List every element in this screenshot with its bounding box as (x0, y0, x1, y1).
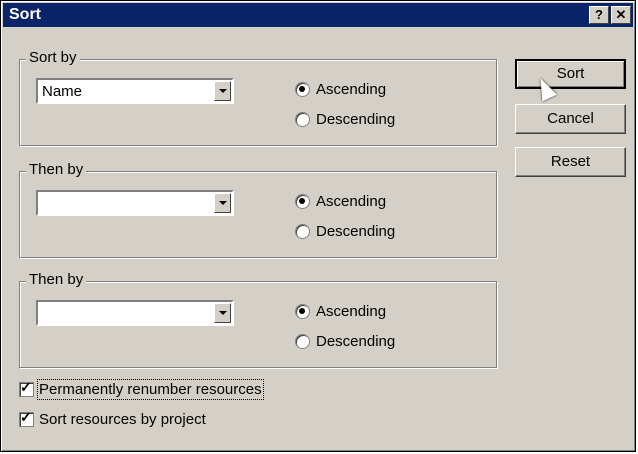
sort-by-project-checkbox[interactable]: Sort resources by project (19, 409, 206, 428)
checkbox-checked-icon (19, 379, 34, 397)
reset-button[interactable]: Reset (515, 147, 626, 177)
help-button[interactable]: ? (589, 6, 609, 24)
then-by-2-ascending-radio[interactable]: Ascending (295, 303, 386, 320)
dialog-title: Sort (9, 6, 41, 23)
radio-selected-icon (295, 82, 310, 97)
radio-unselected-icon (295, 112, 310, 127)
close-icon: ✕ (615, 7, 627, 22)
sort-by-descending-label: Descending (316, 111, 396, 128)
sort-by-project-label: Sort resources by project (39, 411, 206, 428)
sort-by-group: Sort by Name Ascending Descending (19, 49, 497, 146)
sort-button[interactable]: Sort (515, 59, 626, 89)
sort-by-combo[interactable]: Name (36, 78, 234, 104)
sort-by-ascending-radio[interactable]: Ascending (295, 81, 386, 98)
renumber-resources-label: Permanently renumber resources (37, 379, 264, 400)
then-by-1-descending-label: Descending (316, 223, 396, 240)
sort-dialog: Sort ? ✕ Sort by Name Ascending Descendi… (0, 0, 636, 452)
then-by-2-descending-radio[interactable]: Descending (295, 333, 395, 350)
close-button[interactable]: ✕ (611, 6, 631, 24)
sort-by-ascending-label: Ascending (316, 81, 387, 98)
radio-unselected-icon (295, 334, 310, 349)
sort-by-value: Name (42, 83, 83, 100)
then-by-2-descending-label: Descending (316, 333, 396, 350)
then-by-1-descending-radio[interactable]: Descending (295, 223, 395, 240)
sort-by-label: Sort by (26, 49, 80, 66)
radio-selected-icon (295, 194, 310, 209)
chevron-down-icon[interactable] (214, 303, 231, 323)
title-bar: Sort ? ✕ (3, 3, 633, 27)
then-by-label-2: Then by (26, 271, 87, 288)
renumber-resources-checkbox[interactable]: Permanently renumber resources (19, 379, 264, 400)
cancel-button[interactable]: Cancel (515, 104, 626, 134)
then-by-group-2: Then by Ascending Descending (19, 271, 497, 368)
radio-selected-icon (295, 304, 310, 319)
then-by-1-ascending-radio[interactable]: Ascending (295, 193, 386, 210)
sort-by-descending-radio[interactable]: Descending (295, 111, 395, 128)
then-by-label-1: Then by (26, 161, 87, 178)
then-by-group-1: Then by Ascending Descending (19, 161, 497, 258)
then-by-combo-1[interactable] (36, 190, 234, 216)
checkbox-checked-icon (19, 409, 34, 427)
then-by-2-ascending-label: Ascending (316, 303, 387, 320)
then-by-combo-2[interactable] (36, 300, 234, 326)
then-by-1-ascending-label: Ascending (316, 193, 387, 210)
chevron-down-icon[interactable] (214, 81, 231, 101)
question-mark-icon: ? (595, 7, 603, 22)
radio-unselected-icon (295, 224, 310, 239)
chevron-down-icon[interactable] (214, 193, 231, 213)
